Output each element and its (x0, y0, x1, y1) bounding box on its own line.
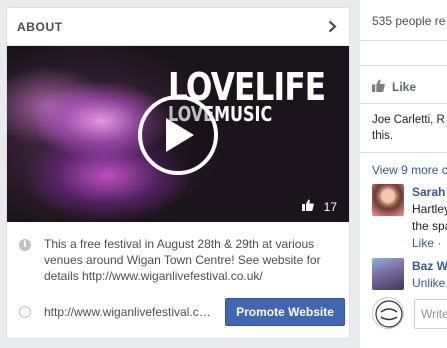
website-row: http://www.wiganlivefestival.co.uk/ Prom… (19, 298, 345, 326)
comment-text: Hartley (412, 202, 447, 216)
website-link[interactable]: http://www.wiganlivefestival.co.uk/ (44, 305, 214, 319)
about-header[interactable]: ABOUT (7, 8, 349, 46)
about-title: ABOUT (17, 19, 63, 34)
comment-text: the spa (412, 219, 447, 233)
avatar[interactable] (372, 184, 404, 216)
divider (360, 40, 447, 41)
people-reached-count[interactable]: 535 people re (372, 14, 445, 28)
thumbs-up-icon (372, 79, 385, 95)
play-icon (166, 118, 194, 152)
play-button[interactable] (138, 95, 218, 175)
comment-body: Baz W Unlike (412, 258, 447, 292)
comment-item: Sarah Hartley the spa Like · (372, 184, 447, 250)
comment-item: Baz W Unlike (372, 258, 447, 294)
chevron-right-icon[interactable] (325, 20, 339, 34)
description-row: i This a free festival in August 28th & … (19, 236, 339, 284)
divider (360, 65, 447, 66)
divider (360, 103, 447, 104)
reactors-line: Joe Carletti, R (372, 114, 445, 126)
post-column: 535 people re Like Joe Carletti, R this.… (360, 0, 447, 348)
like-button[interactable]: Like (372, 79, 416, 95)
comment-author[interactable]: Baz W (412, 258, 447, 275)
info-icon: i (19, 239, 31, 251)
like-count: 17 (323, 199, 337, 214)
divider (360, 152, 447, 153)
comment-body: Sarah Hartley the spa Like · (412, 184, 447, 252)
description-text: This a free festival in August 28th & 29… (44, 237, 321, 283)
comment-author[interactable]: Sarah (412, 184, 447, 201)
comment-unlike-link[interactable]: Unlike (412, 275, 447, 292)
globe-icon (19, 306, 31, 318)
write-comment-row: Write (372, 297, 447, 331)
video-like-count: 17 (301, 199, 337, 214)
comment-like-link[interactable]: Like · (412, 235, 447, 252)
reactors-summary[interactable]: Joe Carletti, R this. (372, 112, 447, 144)
about-card: ABOUT LOVELIFE LOVEMUSIC 17 i This a fre… (6, 7, 350, 339)
thumbs-up-icon (301, 199, 314, 214)
like-label: Like (392, 80, 417, 94)
reactors-line: this. (372, 130, 394, 142)
video-player[interactable]: LOVELIFE LOVEMUSIC 17 (7, 46, 349, 222)
avatar[interactable] (372, 258, 404, 290)
page-logo-avatar (372, 297, 404, 329)
view-more-comments-link[interactable]: View 9 more c (372, 163, 447, 177)
promote-website-button[interactable]: Promote Website (225, 298, 345, 326)
write-comment-input[interactable]: Write (414, 299, 447, 329)
